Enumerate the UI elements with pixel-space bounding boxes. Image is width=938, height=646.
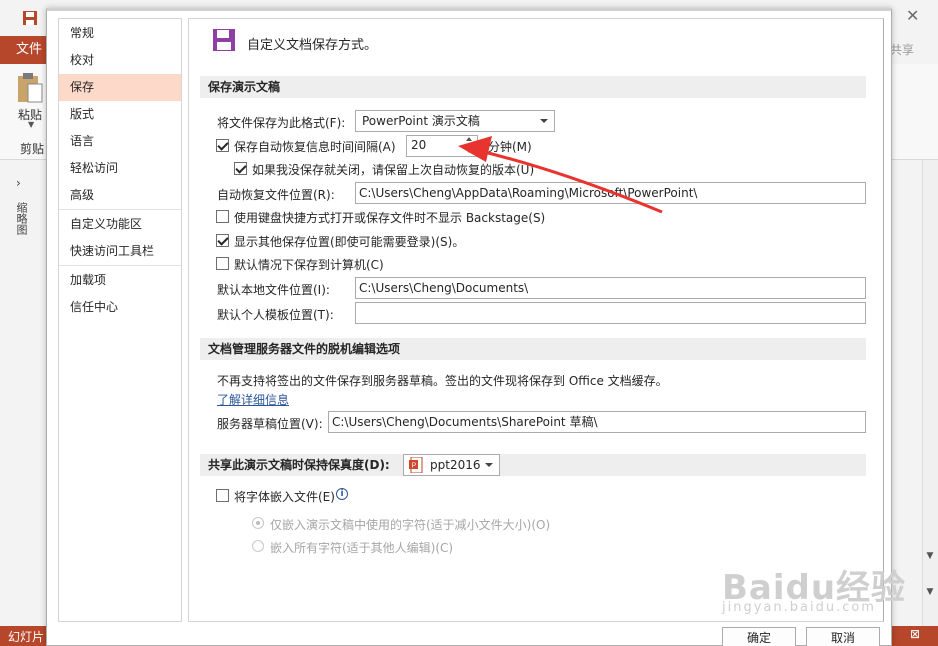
ok-button[interactable]: 确定: [722, 627, 796, 646]
annotation-arrow: [458, 136, 663, 214]
watermark-url: jingyan.baidu.com: [722, 600, 876, 615]
cancel-button[interactable]: 取消: [806, 627, 880, 646]
